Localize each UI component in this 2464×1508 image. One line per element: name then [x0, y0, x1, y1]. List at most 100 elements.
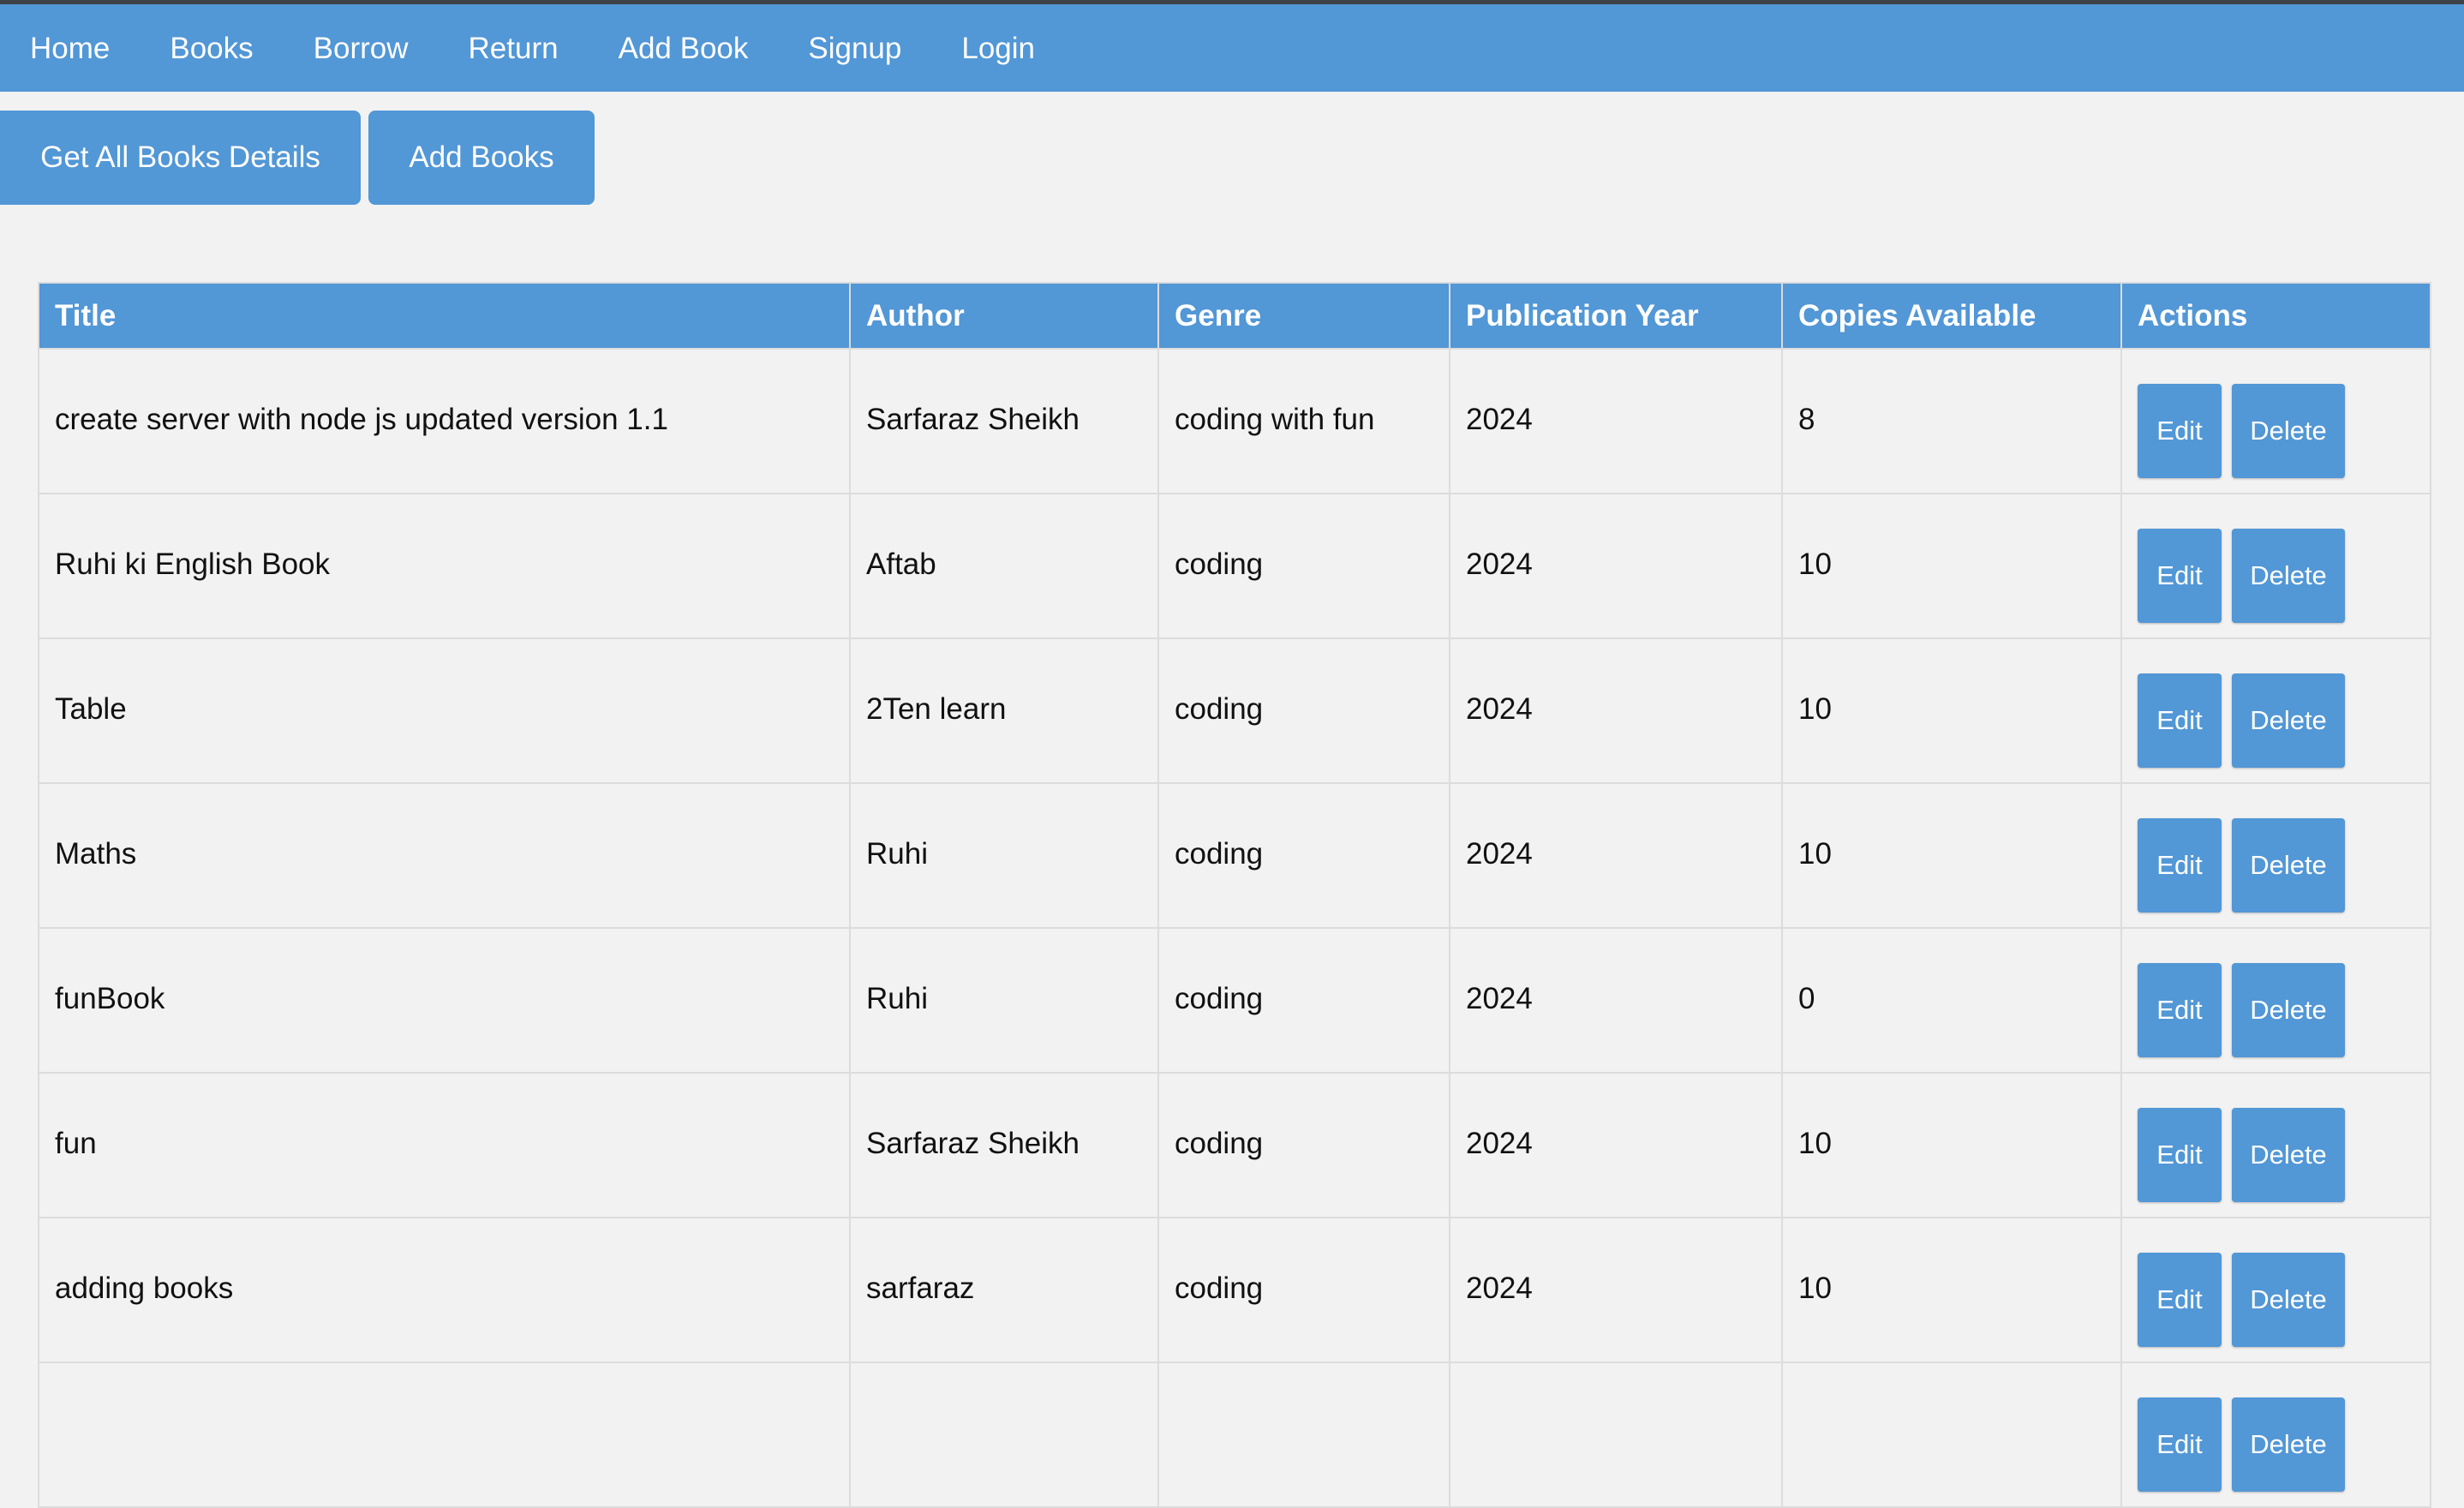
delete-button[interactable]: Delete	[2232, 1253, 2345, 1347]
edit-button[interactable]: Edit	[2138, 963, 2222, 1057]
cell-author: 2Ten learn	[849, 637, 1159, 784]
get-all-books-button[interactable]: Get All Books Details	[0, 111, 361, 205]
cell-year: 2024	[1449, 782, 1783, 929]
cell-title-text: funBook	[55, 982, 165, 1015]
nav-login-link[interactable]: Login	[961, 33, 1035, 63]
nav-signup-link[interactable]: Signup	[808, 33, 901, 63]
cell-year: 2024	[1449, 493, 1783, 639]
edit-button[interactable]: Edit	[2138, 1253, 2222, 1347]
cell-title: funBook	[38, 927, 851, 1074]
cell-author: Ruhi	[849, 927, 1159, 1074]
cell-actions: Edit Delete	[2120, 637, 2431, 784]
cell-genre-text: coding with fun	[1175, 403, 1375, 436]
cell-actions: Edit Delete	[2120, 1072, 2431, 1218]
edit-button[interactable]: Edit	[2138, 1397, 2222, 1492]
delete-button[interactable]: Delete	[2232, 673, 2345, 768]
header-genre: Genre	[1157, 282, 1450, 350]
cell-author-text: Ruhi	[866, 982, 928, 1015]
cell-title-text: fun	[55, 1127, 97, 1160]
cell-title-text: Ruhi ki English Book	[55, 548, 330, 581]
cell-copies	[1781, 1361, 2122, 1508]
row-actions: Edit Delete	[2138, 495, 2429, 623]
edit-button[interactable]: Edit	[2138, 818, 2222, 913]
cell-copies: 10	[1781, 1072, 2122, 1218]
edit-button[interactable]: Edit	[2138, 384, 2222, 478]
cell-copies-text: 8	[1798, 403, 1815, 436]
cell-copies: 10	[1781, 637, 2122, 784]
cell-title-text: Maths	[55, 837, 137, 871]
row-actions: Edit Delete	[2138, 350, 2429, 478]
cell-genre: coding	[1157, 927, 1450, 1074]
cell-author: sarfaraz	[849, 1217, 1159, 1363]
cell-title: Ruhi ki English Book	[38, 493, 851, 639]
table-row: fun Sarfaraz Sheikh coding 2024 10 Edit …	[38, 1072, 2431, 1218]
nav-borrow-link[interactable]: Borrow	[314, 33, 409, 63]
cell-genre: coding	[1157, 1217, 1450, 1363]
cell-copies-text: 10	[1798, 1127, 1832, 1160]
delete-button[interactable]: Delete	[2232, 818, 2345, 913]
row-actions: Edit Delete	[2138, 1364, 2429, 1492]
cell-actions: Edit Delete	[2120, 348, 2431, 494]
table-header-row: Title Author Genre Publication Year Copi…	[38, 282, 2431, 350]
cell-genre-text: coding	[1175, 1272, 1264, 1305]
cell-copies-text: 10	[1798, 548, 1832, 581]
books-table: Title Author Genre Publication Year Copi…	[38, 282, 2431, 1508]
cell-genre: coding	[1157, 637, 1450, 784]
table-row: funBook Ruhi coding 2024 0 Edit Delete	[38, 927, 2431, 1074]
cell-year: 2024	[1449, 348, 1783, 494]
cell-genre	[1157, 1361, 1450, 1508]
delete-button[interactable]: Delete	[2232, 1108, 2345, 1202]
cell-year: 2024	[1449, 927, 1783, 1074]
table-row: Table 2Ten learn coding 2024 10 Edit Del…	[38, 637, 2431, 784]
delete-button[interactable]: Delete	[2232, 529, 2345, 623]
header-author: Author	[849, 282, 1159, 350]
cell-genre-text	[1175, 1364, 1448, 1416]
top-navbar: Home Books Borrow Return Add Book Signup…	[0, 4, 2464, 92]
cell-author-text: Aftab	[866, 548, 936, 581]
delete-button[interactable]: Delete	[2232, 1397, 2345, 1492]
cell-author: Sarfaraz Sheikh	[849, 348, 1159, 494]
cell-author-text: Sarfaraz Sheikh	[866, 1127, 1080, 1160]
cell-title: create server with node js updated versi…	[38, 348, 851, 494]
nav-home-link[interactable]: Home	[30, 33, 110, 63]
cell-year: 2024	[1449, 637, 1783, 784]
cell-copies-text: 10	[1798, 692, 1832, 726]
cell-title-text: create server with node js updated versi…	[55, 403, 668, 436]
nav-books-link[interactable]: Books	[170, 33, 253, 63]
nav-add-book-link[interactable]: Add Book	[619, 33, 749, 63]
cell-genre: coding with fun	[1157, 348, 1450, 494]
edit-button[interactable]: Edit	[2138, 1108, 2222, 1202]
add-books-button[interactable]: Add Books	[368, 111, 595, 205]
cell-author: Aftab	[849, 493, 1159, 639]
header-actions: Actions	[2120, 282, 2431, 350]
cell-title: Table	[38, 637, 851, 784]
cell-copies: 10	[1781, 782, 2122, 929]
cell-year: 2024	[1449, 1072, 1783, 1218]
cell-copies: 8	[1781, 348, 2122, 494]
cell-year-text: 2024	[1466, 692, 1533, 726]
action-bar: Get All Books Details Add Books	[0, 111, 595, 205]
row-actions: Edit Delete	[2138, 1074, 2429, 1202]
cell-genre: coding	[1157, 493, 1450, 639]
cell-author-text: Sarfaraz Sheikh	[866, 403, 1080, 436]
table-row: create server with node js updated versi…	[38, 348, 2431, 494]
edit-button[interactable]: Edit	[2138, 673, 2222, 768]
nav-return-link[interactable]: Return	[469, 33, 559, 63]
cell-year-text	[1466, 1364, 1780, 1416]
cell-copies-text: 10	[1798, 837, 1832, 871]
cell-copies: 10	[1781, 1217, 2122, 1363]
cell-year-text: 2024	[1466, 1272, 1533, 1305]
row-actions: Edit Delete	[2138, 930, 2429, 1057]
row-actions: Edit Delete	[2138, 640, 2429, 768]
delete-button[interactable]: Delete	[2232, 384, 2345, 478]
cell-year	[1449, 1361, 1783, 1508]
cell-title	[38, 1361, 851, 1508]
cell-title-text	[55, 1364, 848, 1416]
cell-author-text: 2Ten learn	[866, 692, 1007, 726]
cell-actions: Edit Delete	[2120, 493, 2431, 639]
edit-button[interactable]: Edit	[2138, 529, 2222, 623]
table-row: Edit Delete	[38, 1361, 2431, 1508]
table-row: Ruhi ki English Book Aftab coding 2024 1…	[38, 493, 2431, 639]
header-copies-available: Copies Available	[1781, 282, 2122, 350]
delete-button[interactable]: Delete	[2232, 963, 2345, 1057]
